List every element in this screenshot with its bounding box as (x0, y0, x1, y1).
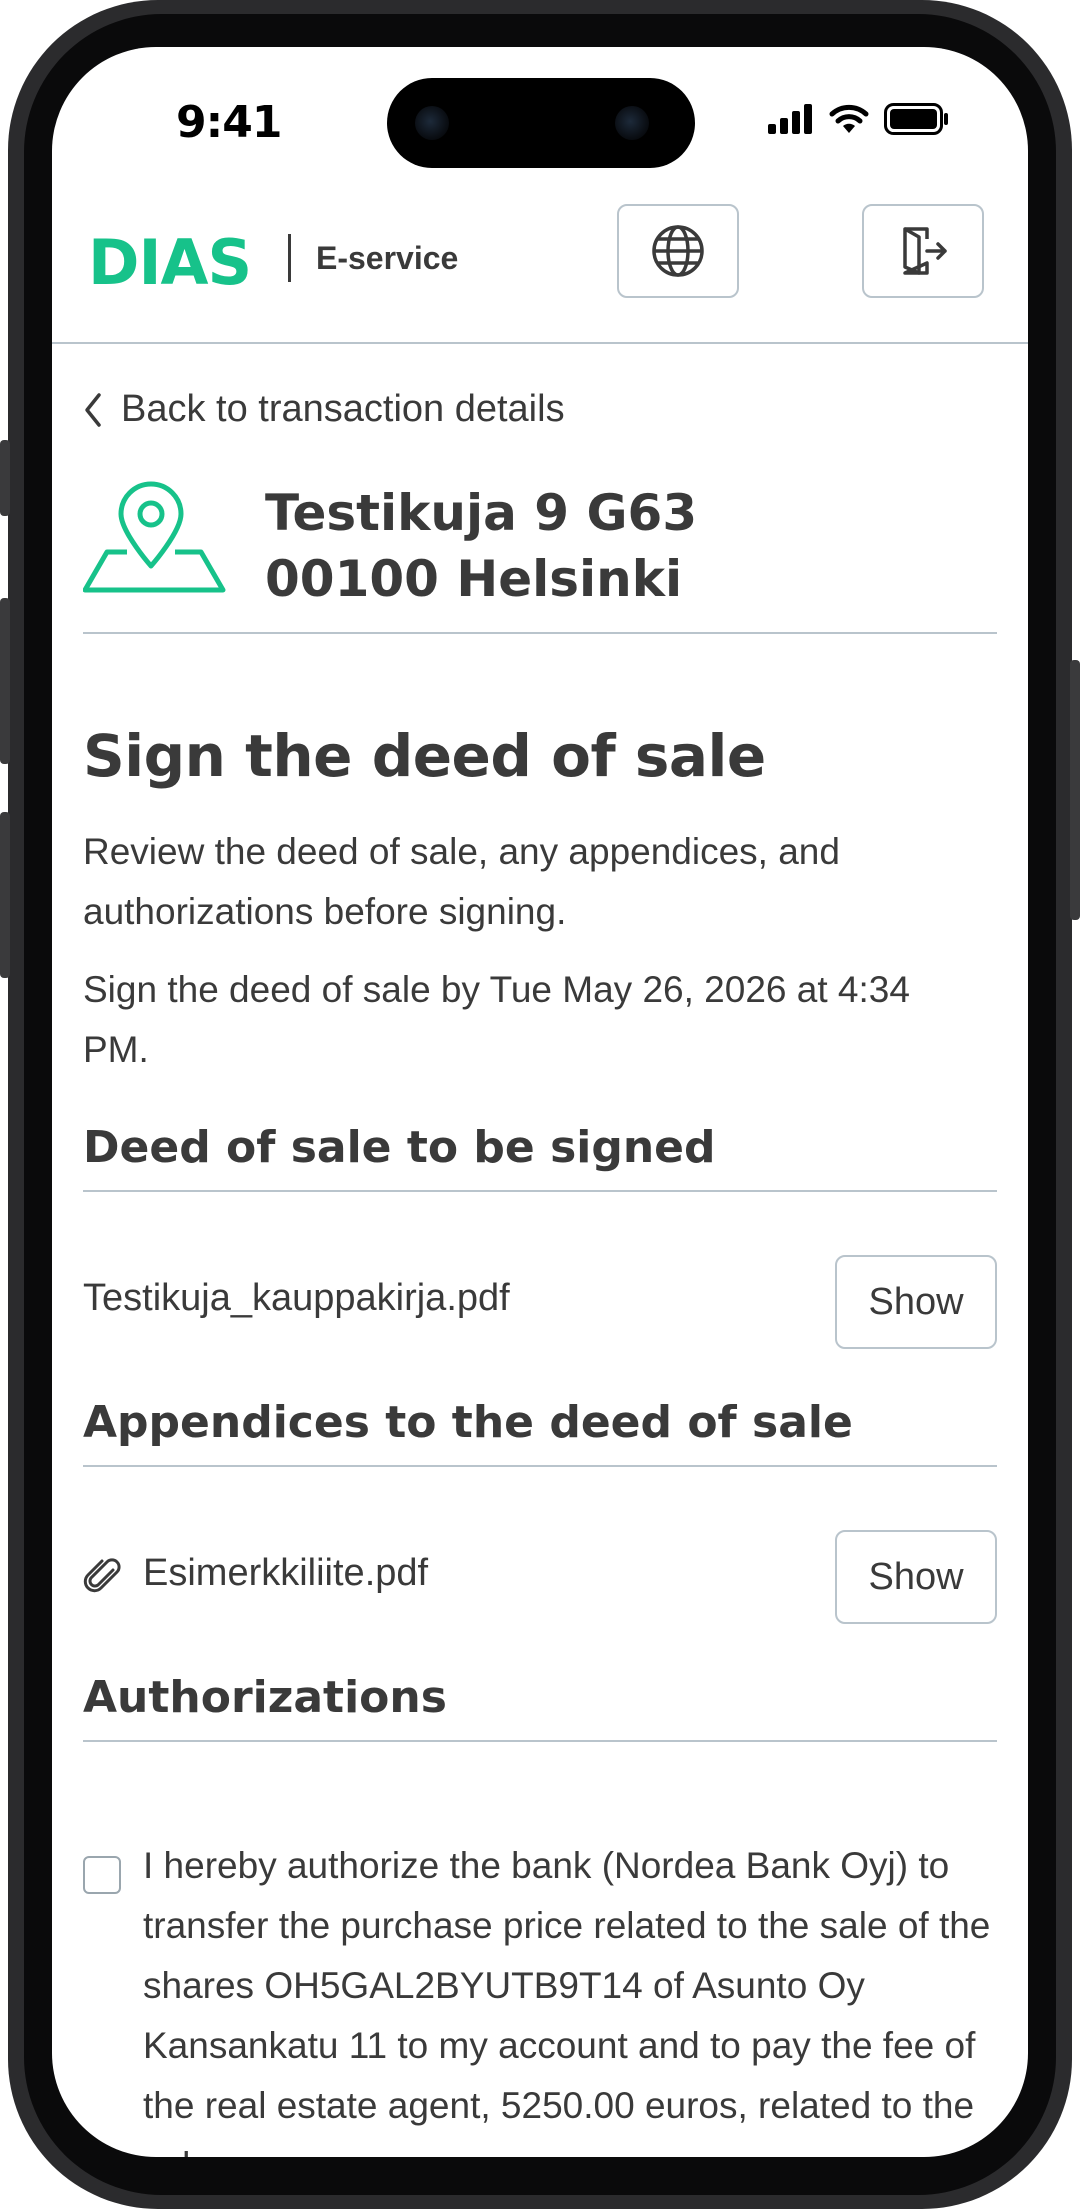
battery-icon (884, 103, 948, 135)
appendices-section-heading: Appendices to the deed of sale (83, 1397, 997, 1467)
deed-file-row: Testikuja_kauppakirja.pdf Show (83, 1255, 997, 1349)
authorizations-section-heading: Authorizations (83, 1672, 997, 1742)
screen: 9:41 DIAS E-service Back to transaction … (52, 47, 1028, 2157)
authorization-checkbox[interactable] (83, 1856, 121, 1894)
front-camera-icon (415, 106, 449, 140)
property-address: Testikuja 9 G63 00100 Helsinki (83, 474, 997, 634)
globe-icon (652, 225, 704, 277)
intro-text: Review the deed of sale, any appendices,… (83, 831, 840, 932)
back-link[interactable]: Back to transaction details (83, 388, 565, 431)
eservice-label: E-service (316, 240, 459, 276)
deed-file-name: Testikuja_kauppakirja.pdf (83, 1277, 510, 1319)
volume-up-button (0, 598, 10, 764)
status-icons (768, 103, 950, 135)
dias-logo[interactable]: DIAS (88, 226, 252, 299)
app-header: DIAS E-service (52, 202, 1028, 344)
deed-section-heading: Deed of sale to be signed (83, 1122, 997, 1192)
volume-down-button (0, 812, 10, 978)
status-bar: 9:41 (52, 47, 1028, 168)
logo-divider (288, 234, 291, 282)
action-button (0, 440, 10, 516)
cellular-signal-icon (768, 104, 812, 134)
logout-button[interactable] (862, 204, 984, 298)
show-deed-button[interactable]: Show (835, 1255, 997, 1349)
authorization-text: I hereby authorize the bank (Nordea Bank… (143, 1845, 991, 2157)
wifi-icon (829, 104, 869, 133)
show-appendix-button[interactable]: Show (835, 1530, 997, 1624)
dynamic-island (387, 78, 695, 168)
map-pin-icon (83, 481, 226, 593)
deadline-text: Sign the deed of sale by Tue May 26, 202… (83, 969, 910, 1070)
chevron-left-icon (85, 392, 101, 427)
paperclip-icon (83, 1558, 121, 1593)
address-text: Testikuja 9 G63 00100 Helsinki (265, 480, 697, 612)
address-line1: Testikuja 9 G63 (265, 484, 698, 542)
address-line2: 00100 Helsinki (265, 550, 683, 608)
sensor-icon (615, 106, 649, 140)
page-title: Sign the deed of sale (83, 722, 766, 790)
appendix-file-name: Esimerkkiliite.pdf (143, 1552, 429, 1594)
power-button (1070, 660, 1080, 920)
language-button[interactable] (617, 204, 739, 298)
status-time: 9:41 (176, 97, 282, 148)
logout-icon (903, 227, 947, 275)
back-link-label: Back to transaction details (121, 388, 565, 430)
appendix-file-row: Esimerkkiliite.pdf Show (83, 1530, 997, 1624)
